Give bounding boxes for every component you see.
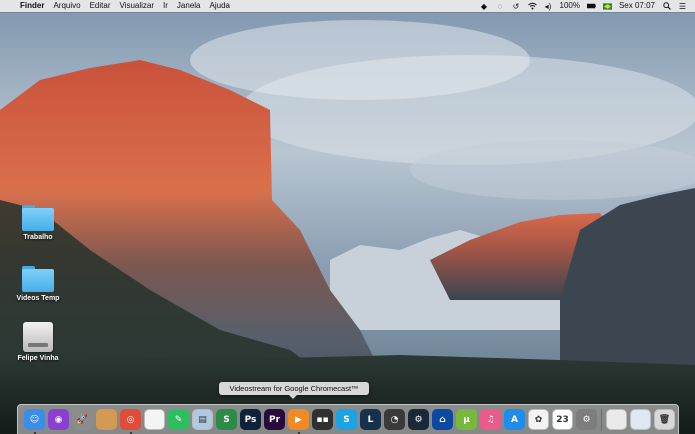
dock-slides-icon[interactable]: S xyxy=(216,409,237,430)
dock-trash-icon[interactable]: 🗑 xyxy=(654,409,675,430)
dock-audio-app-icon[interactable]: ▪▪ xyxy=(312,409,333,430)
battery-icon[interactable] xyxy=(586,2,596,11)
time-machine-icon[interactable]: ↺ xyxy=(512,2,521,11)
hard-drive-icon xyxy=(23,322,53,352)
dock-skype-icon[interactable]: S xyxy=(336,409,357,430)
desktop-icon-felipe-vinha[interactable]: Felipe Vinha xyxy=(13,322,63,362)
dock-launchpad-icon[interactable]: 🚀 xyxy=(72,409,93,430)
dock-steam-icon[interactable]: ⚙ xyxy=(408,409,429,430)
dropbox-icon[interactable]: ◆ xyxy=(480,2,489,11)
dock-documents-stack-icon[interactable] xyxy=(630,409,651,430)
dock-notes-icon[interactable] xyxy=(96,409,117,430)
notification-center-icon[interactable]: ☰ xyxy=(678,2,687,11)
desktop-icon-label: Videos Temp xyxy=(16,295,60,302)
volume-icon[interactable]: ◂) xyxy=(544,2,553,11)
dock-calendar-icon[interactable]: 23 xyxy=(552,409,573,430)
dock-tooltip: Videostream for Google Chromecast™ xyxy=(219,382,369,399)
sync-icon[interactable]: ◌ xyxy=(496,2,505,11)
menu-bar: Finder Arquivo Editar Visualizar Ir Jane… xyxy=(0,0,695,12)
menu-editar[interactable]: Editar xyxy=(90,0,111,12)
dock-itunes-icon[interactable]: ♫ xyxy=(480,409,501,430)
dock-chrome-icon[interactable]: ◎ xyxy=(120,409,141,430)
menu-ir[interactable]: Ir xyxy=(163,0,168,12)
dock-ps-remote-icon[interactable]: ⌂ xyxy=(432,409,453,430)
dock-photos-icon[interactable]: ✿ xyxy=(528,409,549,430)
desktop-icon-videos-temp[interactable]: Videos Temp xyxy=(13,266,63,302)
folder-icon xyxy=(22,205,54,231)
desktop-icon-label: Trabalho xyxy=(23,234,53,241)
dock-preview-icon[interactable]: ▤ xyxy=(192,409,213,430)
dock-document-icon[interactable] xyxy=(144,409,165,430)
dock-downloads-stack-icon[interactable] xyxy=(606,409,627,430)
dock-siri-icon[interactable]: ◉ xyxy=(48,409,69,430)
dock-system-preferences-icon[interactable]: ⚙ xyxy=(576,409,597,430)
battery-percentage[interactable]: 100% xyxy=(560,0,580,12)
folder-icon xyxy=(22,266,54,292)
dock-app-store-icon[interactable]: A xyxy=(504,409,525,430)
menu-visualizar[interactable]: Visualizar xyxy=(119,0,154,12)
menu-finder[interactable]: Finder xyxy=(20,0,44,12)
dock-photoshop-icon[interactable]: Ps xyxy=(240,409,261,430)
dock: ☺ ◉ 🚀 ◎ ✎ ▤ S Ps Pr ▶ ▪▪ S L ◔ ⚙ ⌂ μ ♫ A ✿ 23 ⚙ 🗑 xyxy=(17,404,679,434)
desktop-icon-trabalho[interactable]: Trabalho xyxy=(13,205,63,241)
menu-clock[interactable]: Sex 07:07 xyxy=(619,0,655,12)
desktop-icon-label: Felipe Vinha xyxy=(17,355,59,362)
desktop-wallpaper xyxy=(0,0,695,434)
dock-videostream-icon[interactable]: ▶ xyxy=(288,409,309,430)
dock-utorrent-icon[interactable]: μ xyxy=(456,409,477,430)
dock-camera-app-icon[interactable]: ◔ xyxy=(384,409,405,430)
menu-janela[interactable]: Janela xyxy=(177,0,201,12)
menu-arquivo[interactable]: Arquivo xyxy=(53,0,80,12)
wifi-icon[interactable] xyxy=(527,2,537,11)
menu-ajuda[interactable]: Ajuda xyxy=(210,0,230,12)
spotlight-search-icon[interactable] xyxy=(662,2,671,11)
dock-lightroom-icon[interactable]: L xyxy=(360,409,381,430)
dock-premiere-icon[interactable]: Pr xyxy=(264,409,285,430)
flag-icon[interactable] xyxy=(602,2,612,11)
dock-finder-icon[interactable]: ☺ xyxy=(24,409,45,430)
dock-separator xyxy=(601,409,602,431)
dock-evernote-icon[interactable]: ✎ xyxy=(168,409,189,430)
